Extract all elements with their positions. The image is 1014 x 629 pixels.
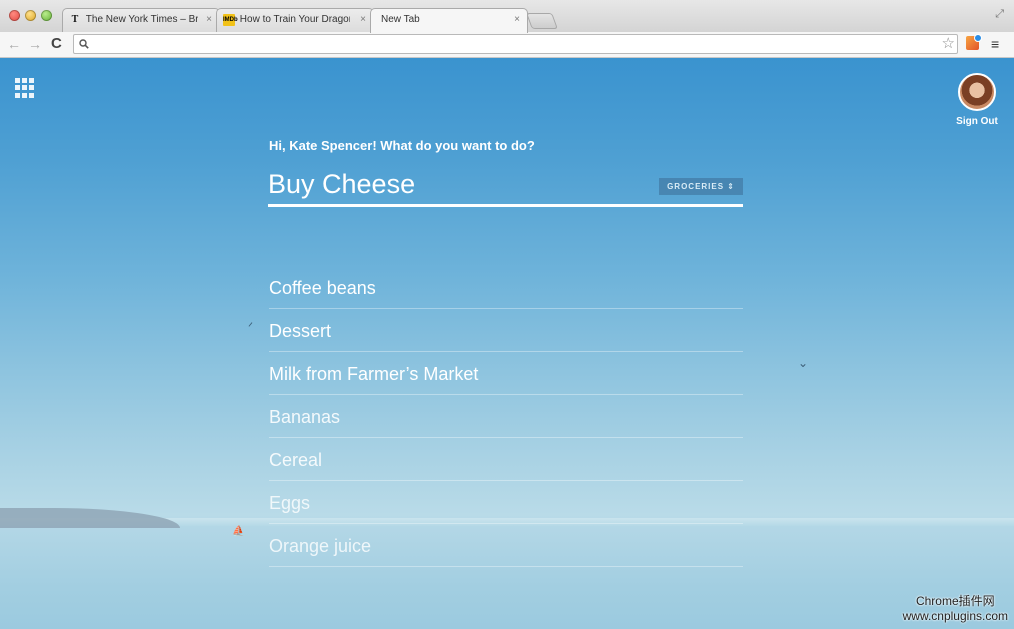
- forward-button[interactable]: →: [28, 35, 42, 53]
- address-bar[interactable]: ☆: [73, 34, 958, 54]
- watermark-line1: Chrome插件网: [915, 594, 995, 608]
- list-item[interactable]: Dessert: [269, 310, 743, 352]
- list-item[interactable]: Orange juice: [269, 525, 743, 567]
- watermark: Chrome插件网 www.cnplugins.com: [903, 594, 1008, 624]
- close-tab-icon[interactable]: ×: [206, 9, 212, 31]
- minimize-window-icon[interactable]: [25, 10, 36, 21]
- tab-strip: T The New York Times – Bre × IMDb How to…: [0, 0, 1014, 33]
- zoom-window-icon[interactable]: [41, 10, 52, 21]
- extension-icon[interactable]: [966, 34, 982, 50]
- new-tab-page: ⛵ ᐟ ⌄ Sign Out Hi, Kate Spencer! What do…: [0, 58, 1014, 629]
- search-icon-graphic: [79, 39, 89, 49]
- new-tab-button[interactable]: [526, 13, 558, 29]
- nyt-icon: T: [71, 14, 79, 25]
- list-item[interactable]: Eggs: [269, 482, 743, 524]
- task-list: Coffee beans Dessert Milk from Farmer’s …: [269, 267, 743, 568]
- avatar[interactable]: [958, 73, 996, 111]
- tab-title: How to Train Your Dragon: [239, 14, 350, 25]
- bird-icon: ᐟ: [248, 320, 254, 334]
- tab-title: New Tab: [381, 14, 420, 25]
- fullscreen-icon[interactable]: ⤢: [995, 8, 1004, 21]
- close-tab-icon[interactable]: ×: [360, 9, 366, 31]
- menu-icon[interactable]: ≡: [991, 35, 999, 53]
- browser-window: T The New York Times – Bre × IMDb How to…: [0, 0, 1014, 629]
- imdb-icon: IMDb: [223, 14, 238, 26]
- bookmark-star-icon[interactable]: ☆: [942, 35, 955, 53]
- list-selector-button[interactable]: GROCERIES ⇕: [659, 178, 743, 195]
- search-icon: [79, 37, 89, 55]
- watermark-line2: www.cnplugins.com: [902, 609, 1008, 623]
- task-input[interactable]: [268, 167, 648, 201]
- list-item[interactable]: Bananas: [269, 396, 743, 438]
- apps-grid-icon[interactable]: [15, 78, 35, 98]
- tab-new-tab[interactable]: New Tab ×: [370, 8, 528, 33]
- greeting-text: Hi, Kate Spencer! What do you want to do…: [269, 138, 535, 153]
- tab-nyt[interactable]: T The New York Times – Bre ×: [62, 8, 220, 32]
- task-input-row: GROCERIES ⇕: [268, 163, 743, 207]
- extension-badge: [974, 34, 982, 42]
- list-item[interactable]: Cereal: [269, 439, 743, 481]
- boat-icon: ⛵: [232, 526, 245, 537]
- browser-toolbar: ← → C ☆ ≡: [0, 32, 1014, 58]
- sign-out-link[interactable]: Sign Out: [948, 116, 1006, 127]
- bird-icon: ⌄: [798, 356, 809, 370]
- close-window-icon[interactable]: [9, 10, 20, 21]
- list-item[interactable]: Milk from Farmer’s Market: [269, 353, 743, 395]
- tab-title: The New York Times – Bre: [85, 14, 198, 25]
- reload-button[interactable]: C: [51, 35, 62, 53]
- close-tab-icon[interactable]: ×: [514, 9, 520, 31]
- tab-imdb[interactable]: IMDb How to Train Your Dragon ×: [216, 8, 374, 32]
- back-button[interactable]: ←: [7, 35, 21, 53]
- distant-land: [0, 508, 180, 528]
- list-item[interactable]: Coffee beans: [269, 267, 743, 309]
